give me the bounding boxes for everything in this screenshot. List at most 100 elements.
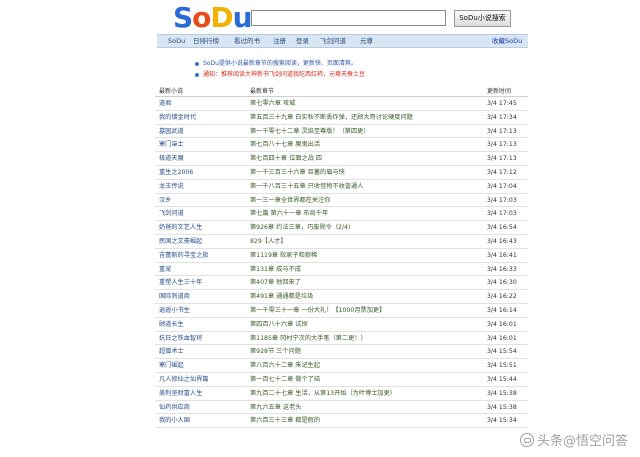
chapter-link[interactable]: 第五百三十九章 白实秋不断丢炸弹，还顾大哥讨论硬度问题: [250, 114, 413, 122]
book-title-link[interactable]: 重塑人生三十年: [159, 279, 202, 287]
chapter-link[interactable]: 第九百二十七章 生活，从第13开始（为叶博士加更）: [250, 390, 396, 398]
chapter-link[interactable]: 第一千三百三十六章 巨蓄的眉与快: [250, 169, 345, 177]
table-row: 龙王传说 第一千八百三十五章 只收怪物不收普通人 3/4 17:04: [155, 180, 528, 194]
book-title-link[interactable]: 重宠: [159, 266, 171, 274]
table-row: 重塑人生三十年 第407章 他回来了 3/4 16:30: [155, 276, 528, 291]
table-row: 我的小人国 第六百三十三章 都是假的 3/4 15:34: [155, 414, 528, 429]
book-title-link[interactable]: 美利坚财富人生: [159, 390, 202, 398]
chapter-link[interactable]: 第一三一章全世界都在关注你: [250, 197, 330, 205]
update-time: 3/4 17:03: [487, 196, 517, 204]
book-title-link[interactable]: 龙王传说: [159, 183, 184, 191]
nav-item-home[interactable]: SoDu: [168, 35, 185, 47]
update-time: 3/4 15:34: [487, 417, 517, 425]
update-time: 3/4 17:13: [487, 155, 517, 163]
book-title-link[interactable]: 极道天魔: [159, 155, 184, 163]
chapter-link[interactable]: 第1119章 败家子和狼稀: [250, 252, 317, 260]
chapter-link[interactable]: 第928节 三个问题: [250, 348, 301, 356]
book-title-link[interactable]: 我的镀金时代: [159, 114, 196, 122]
table-row: 墓园武道 第一千零七十二章 灵焰至尊版！（第四更） 3/4 17:13: [155, 125, 528, 139]
update-time: 3/4 15:51: [487, 362, 517, 370]
chapter-link[interactable]: 第131章 成与不成: [250, 266, 301, 274]
book-title-link[interactable]: 抗日之铁血智将: [159, 335, 202, 343]
search-input[interactable]: [251, 10, 446, 26]
nav-item-login[interactable]: 登录: [296, 35, 309, 47]
update-time: 3/4 15:54: [487, 348, 517, 356]
notice-text: SoDu提供小说最新章节的搜索阅读，更新快、页面清爽。: [203, 60, 357, 67]
table-row: 寒门枭士 第七百八十七章 魔鬼出活 3/4 17:13: [155, 138, 528, 153]
book-title-link[interactable]: 道君: [159, 100, 171, 108]
chapter-link[interactable]: 第四百八十六章 试探: [250, 321, 308, 329]
nav-item-daily-rank[interactable]: 日排行榜: [193, 35, 219, 47]
book-title-link[interactable]: 仙药供应商: [159, 404, 190, 412]
update-time: 3/4 15:38: [487, 389, 517, 397]
nav-item-history[interactable]: 看过的书: [234, 35, 260, 47]
update-time: 3/4 15:38: [487, 403, 517, 411]
logo-letter-s: S: [173, 1, 193, 34]
chapter-link[interactable]: 第一千八百三十五章 只收怪物不收普通人: [250, 183, 363, 191]
nav-item-register[interactable]: 注册: [273, 35, 286, 47]
chapter-link[interactable]: 第七百四十章 位面之战 四: [250, 155, 322, 163]
chapter-link[interactable]: 第一千零三十一章 一份大礼！【1000月票加更】: [250, 307, 385, 315]
table-row: 超僧术士 第928节 三个问题 3/4 15:54: [155, 345, 528, 360]
bullet-icon: [195, 61, 199, 66]
sodu-logo[interactable]: SoDu: [173, 1, 253, 34]
book-title-link[interactable]: 民国之文豪崛起: [159, 238, 202, 246]
chapter-link[interactable]: 第九六五章 这老头: [250, 404, 301, 412]
update-time: 3/4 17:34: [487, 113, 517, 121]
update-time: 3/4 17:03: [487, 210, 517, 218]
chapter-link[interactable]: 第926章 约法三章，巧废除令（2/4）: [250, 224, 354, 232]
book-title-link[interactable]: 汉乡: [159, 197, 171, 205]
book-title-link[interactable]: 飞剑问道: [159, 210, 184, 218]
logo-letter-u: u: [232, 1, 253, 34]
table-row: 重生之2006 第一千三百三十六章 巨蓄的眉与快 3/4 17:12: [155, 166, 528, 180]
book-title-link[interactable]: 重生之2006: [159, 169, 193, 177]
chapter-link[interactable]: 第七百八十七章 魔鬼出活: [250, 141, 320, 149]
update-time: 3/4 17:13: [487, 127, 517, 135]
table-row: 美利坚财富人生 第九百二十七章 生活，从第13开始（为叶博士加更） 3/4 15:3…: [155, 387, 528, 401]
notice-text-announcement[interactable]: 通知：推荐阅读大神新书飞剑问道我吃西红柿，元尊天蚕土豆: [203, 69, 365, 80]
table-row: 吉蕾斯的寻宝之旅 第1119章 败家子和狼稀 3/4 16:41: [155, 249, 528, 263]
table-row: 仙药供应商 第九六五章 这老头 3/4 15:38: [155, 401, 528, 415]
chapter-link[interactable]: 第六百三十三章 都是假的: [250, 417, 320, 425]
chapter-link[interactable]: 第七篇 第六十一章 布局千年: [250, 210, 328, 218]
book-title-link[interactable]: 墓园武道: [159, 128, 184, 136]
table-row: 逍遥小书生 第一千零三十一章 一份大礼！【1000月票加更】 3/4 16:14: [155, 304, 528, 318]
header-time: 更新时间: [487, 88, 512, 95]
book-title-link[interactable]: 凡人修仙之仙界篇: [159, 376, 209, 384]
book-title-link[interactable]: 寒门枭士: [159, 141, 184, 149]
table-row: 凡人修仙之仙界篇 第一百七十二章 做个了结 3/4 15:44: [155, 373, 528, 387]
update-time: 3/4 16:22: [487, 293, 517, 301]
book-title-link[interactable]: 我的小人国: [159, 417, 190, 425]
logo-letter-d: D: [210, 1, 233, 34]
nav-item-yuanzun[interactable]: 元尊: [360, 35, 373, 47]
chapter-link[interactable]: 第407章 他回来了: [250, 279, 301, 287]
chapter-link[interactable]: 第一千零七十二章 灵焰至尊版！（第四更）: [250, 128, 370, 136]
update-table: 最新小说 最新章节 更新时间 道君 第七零六章 攻城 3/4 17:45 我的镀金时代…: [155, 85, 528, 429]
chapter-link[interactable]: 第491章 通通都是垃圾: [250, 293, 313, 301]
header-name: 最新小说: [159, 88, 184, 95]
book-title-link[interactable]: 国际刺道商: [159, 293, 190, 301]
book-title-link[interactable]: 顾道长生: [159, 321, 184, 329]
logo-letter-o: o: [192, 1, 211, 34]
book-title-link[interactable]: 逍遥小书生: [159, 307, 190, 315]
search-button[interactable]: SoDu小说搜索: [454, 10, 511, 27]
book-title-link[interactable]: 超僧术士: [159, 348, 184, 356]
watermark: 头条@悟空问答: [519, 430, 628, 449]
update-time: 3/4 17:13: [487, 141, 517, 149]
nav-bar: SoDu 日排行榜 看过的书 注册 登录 飞剑问道 元尊 收藏SoDu: [157, 34, 528, 48]
nav-item-feijian[interactable]: 飞剑问道: [320, 35, 346, 47]
chapter-link[interactable]: 第一百七十二章 做个了结: [250, 376, 320, 384]
update-time: 3/4 16:54: [487, 224, 517, 232]
update-time: 3/4 15:44: [487, 375, 517, 383]
book-title-link[interactable]: 寒门崛起: [159, 362, 184, 370]
book-title-link[interactable]: 吉蕾斯的寻宝之旅: [159, 252, 209, 260]
update-time: 3/4 16:41: [487, 251, 517, 259]
chapter-link[interactable]: 第1185章 冈村宁次的大手笔（第二更！）: [250, 335, 367, 343]
bookmark-link[interactable]: 收藏SoDu: [492, 35, 522, 47]
update-time: 3/4 16:01: [487, 320, 517, 328]
chapter-link[interactable]: 第七零六章 攻城: [250, 100, 295, 108]
book-title-link[interactable]: 奶爸的文艺人生: [159, 224, 202, 232]
chapter-link[interactable]: 829【人才】: [250, 238, 287, 246]
table-row: 抗日之铁血智将 第1185章 冈村宁次的大手笔（第二更！） 3/4 16:01: [155, 332, 528, 346]
chapter-link[interactable]: 第八百六十二章 朱记生起: [250, 362, 320, 370]
